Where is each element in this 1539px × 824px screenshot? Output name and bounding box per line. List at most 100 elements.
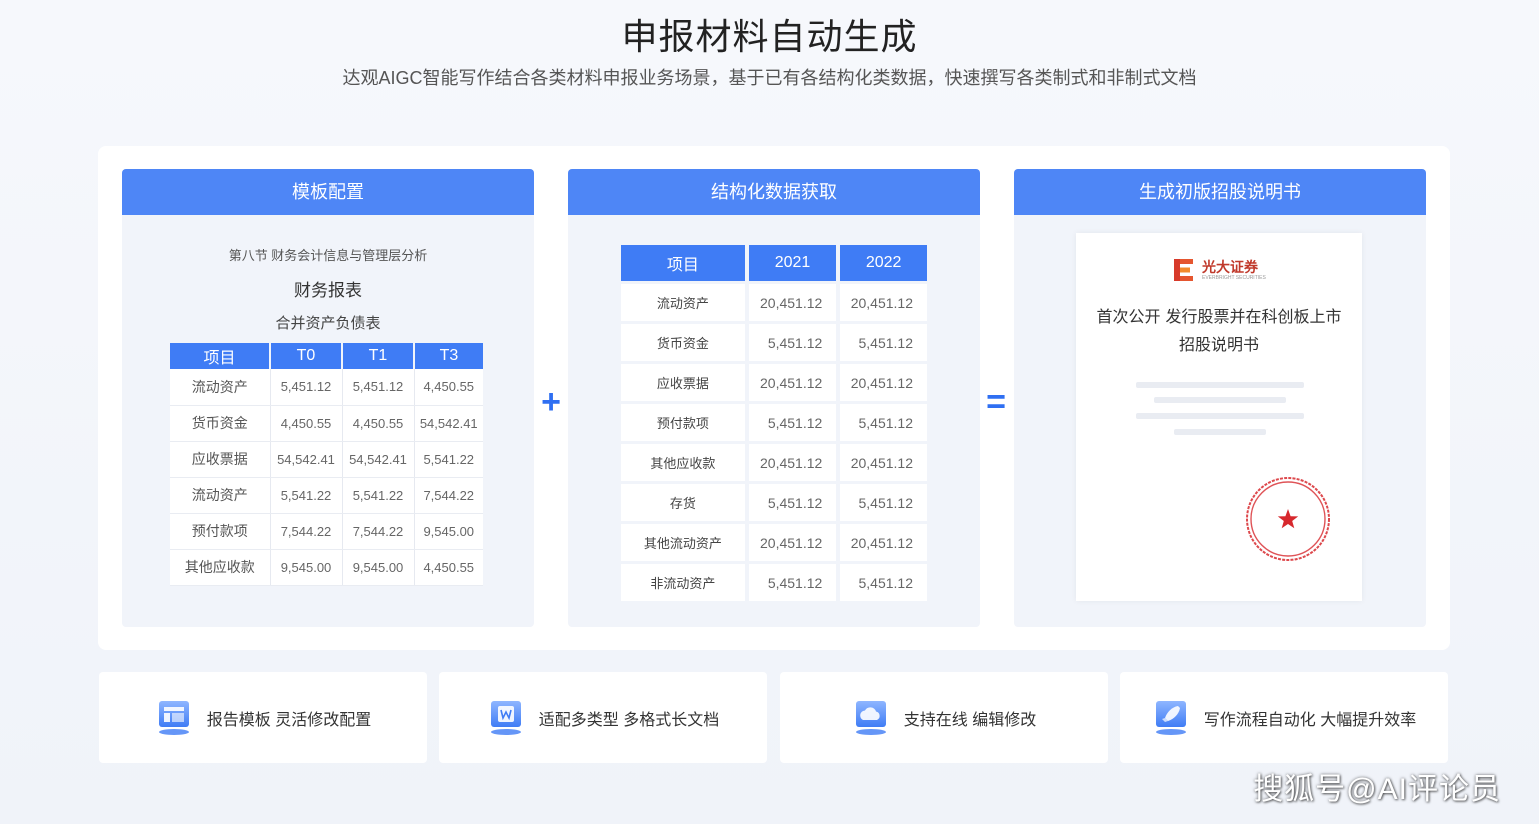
table-cell: 7,544.22	[270, 513, 343, 550]
brand-name: 光大证券	[1202, 259, 1258, 275]
table-cell: 非流动资产	[621, 564, 745, 601]
plus-operator: +	[541, 383, 561, 421]
placeholder-line	[1136, 382, 1304, 388]
template-config-card: 模板配置 第八节 财务会计信息与管理层分析 财务报表 合并资产负债表 项目 T0…	[122, 169, 534, 627]
table-row: 其他应收款 20,451.12 20,451.12	[621, 444, 927, 481]
table-cell: 4,450.55	[414, 549, 483, 586]
document-format-icon	[487, 699, 527, 737]
table-cell: 9,545.00	[414, 513, 483, 550]
prospectus-title-line1: 首次公开 发行股票并在科创板上市	[1096, 307, 1342, 326]
table-cell: 9,545.00	[270, 549, 343, 586]
table-cell: 存货	[621, 484, 745, 521]
prospectus-output-card: 生成初版招股说明书 光大证券 EVERBRIGHT SECURITIES 首次公…	[1014, 169, 1426, 627]
table-cell: 5,451.12	[748, 484, 837, 521]
table-cell: 54,542.41	[342, 441, 415, 478]
balance-sheet-table: 项目 T0 T1 T3 流动资产 5,451.12 5,451.12 4,450…	[170, 343, 483, 586]
table-row: 非流动资产 5,451.12 5,451.12	[621, 564, 927, 601]
table-row: 预付款项 5,451.12 5,451.12	[621, 404, 927, 441]
column-header: T3	[414, 343, 483, 369]
table-cell: 5,451.12	[342, 369, 415, 406]
table-cell: 20,451.12	[840, 524, 927, 561]
table-cell: 5,451.12	[840, 564, 927, 601]
column-header: T1	[342, 343, 415, 369]
feature-label: 适配多类型 多格式长文档	[538, 711, 720, 729]
table-cell: 7,544.22	[414, 477, 483, 514]
column-header: 2022	[840, 245, 927, 281]
structured-data-header: 结构化数据获取	[568, 169, 980, 215]
table-cell: 54,542.41	[414, 405, 483, 442]
table-row: 应收票据 54,542.41 54,542.41 5,541.22	[170, 441, 483, 478]
table-cell: 20,451.12	[840, 364, 927, 401]
table-cell: 20,451.12	[840, 444, 927, 481]
table-header-row: 项目 T0 T1 T3	[170, 343, 483, 369]
feature-label: 报告模板 灵活修改配置	[206, 711, 372, 729]
official-seal-icon	[1244, 475, 1332, 563]
watermark: 搜狐号@AI评论员	[1253, 773, 1501, 806]
table-cell: 5,451.12	[840, 404, 927, 441]
table-row: 货币资金 4,450.55 4,450.55 54,542.41	[170, 405, 483, 442]
table-cell: 20,451.12	[748, 444, 837, 481]
table-cell: 5,541.22	[414, 441, 483, 478]
page-title: 申报材料自动生成	[621, 16, 918, 57]
template-config-header: 模板配置	[122, 169, 534, 215]
table-cell: 预付款项	[621, 404, 745, 441]
cloud-edit-icon	[852, 699, 892, 737]
table-cell: 流动资产	[170, 369, 271, 406]
table-row: 流动资产 20,451.12 20,451.12	[621, 284, 927, 321]
table-row: 流动资产 5,541.22 5,541.22 7,544.22	[170, 477, 483, 514]
table-cell: 货币资金	[621, 324, 745, 361]
table-row: 预付款项 7,544.22 7,544.22 9,545.00	[170, 513, 483, 550]
template-report-subtitle: 合并资产负债表	[275, 315, 381, 332]
table-cell: 7,544.22	[342, 513, 415, 550]
table-cell: 5,451.12	[840, 324, 927, 361]
column-header: 项目	[170, 343, 271, 369]
table-cell: 其他应收款	[621, 444, 745, 481]
table-cell: 5,541.22	[270, 477, 343, 514]
brand-name-english: EVERBRIGHT SECURITIES	[1202, 275, 1266, 281]
table-row: 其他流动资产 20,451.12 20,451.12	[621, 524, 927, 561]
template-icon	[155, 699, 195, 737]
table-cell: 应收票据	[621, 364, 745, 401]
table-row: 货币资金 5,451.12 5,451.12	[621, 324, 927, 361]
prospectus-output-header: 生成初版招股说明书	[1014, 169, 1426, 215]
table-cell: 4,450.55	[414, 369, 483, 406]
table-cell: 20,451.12	[748, 284, 837, 321]
feature-card-template: 报告模板 灵活修改配置	[99, 672, 427, 763]
rocket-icon	[1152, 699, 1192, 737]
table-header-row: 项目 2021 2022	[621, 245, 927, 281]
structured-data-table: 项目 2021 2022 流动资产 20,451.12 20,451.12 货币…	[617, 242, 931, 604]
table-cell: 流动资产	[621, 284, 745, 321]
table-row: 其他应收款 9,545.00 9,545.00 4,450.55	[170, 549, 483, 586]
table-cell: 5,541.22	[342, 477, 415, 514]
table-cell: 应收票据	[170, 441, 271, 478]
structured-data-card: 结构化数据获取 项目 2021 2022 流动资产 20,451.12 20,4…	[568, 169, 980, 627]
table-row: 存货 5,451.12 5,451.12	[621, 484, 927, 521]
table-cell: 预付款项	[170, 513, 271, 550]
column-header: T0	[270, 343, 343, 369]
table-cell: 54,542.41	[270, 441, 343, 478]
prospectus-document: 光大证券 EVERBRIGHT SECURITIES 首次公开 发行股票并在科创…	[1076, 233, 1362, 601]
table-cell: 5,451.12	[748, 324, 837, 361]
template-report-title: 财务报表	[294, 281, 362, 300]
template-section-title: 第八节 财务会计信息与管理层分析	[228, 248, 428, 263]
feature-label: 写作流程自动化 大幅提升效率	[1203, 711, 1417, 729]
placeholder-line	[1136, 413, 1304, 419]
feature-card-format: 适配多类型 多格式长文档	[439, 672, 767, 763]
prospectus-title: 首次公开 发行股票并在科创板上市 招股说明书	[1076, 303, 1362, 359]
column-header: 项目	[621, 245, 745, 281]
equals-operator: =	[986, 383, 1006, 421]
table-cell: 4,450.55	[342, 405, 415, 442]
table-cell: 5,451.12	[748, 404, 837, 441]
table-row: 流动资产 5,451.12 5,451.12 4,450.55	[170, 369, 483, 406]
column-header: 2021	[748, 245, 837, 281]
table-cell: 20,451.12	[748, 364, 837, 401]
table-cell: 9,545.00	[342, 549, 415, 586]
table-cell: 其他应收款	[170, 549, 271, 586]
page-subtitle: 达观AIGC智能写作结合各类材料申报业务场景，基于已有各结构化类数据，快速撰写各…	[342, 68, 1197, 88]
table-cell: 货币资金	[170, 405, 271, 442]
table-cell: 其他流动资产	[621, 524, 745, 561]
feature-card-online-edit: 支持在线 编辑修改	[780, 672, 1108, 763]
table-cell: 20,451.12	[840, 284, 927, 321]
table-cell: 5,451.12	[748, 564, 837, 601]
feature-label: 支持在线 编辑修改	[903, 711, 1037, 729]
